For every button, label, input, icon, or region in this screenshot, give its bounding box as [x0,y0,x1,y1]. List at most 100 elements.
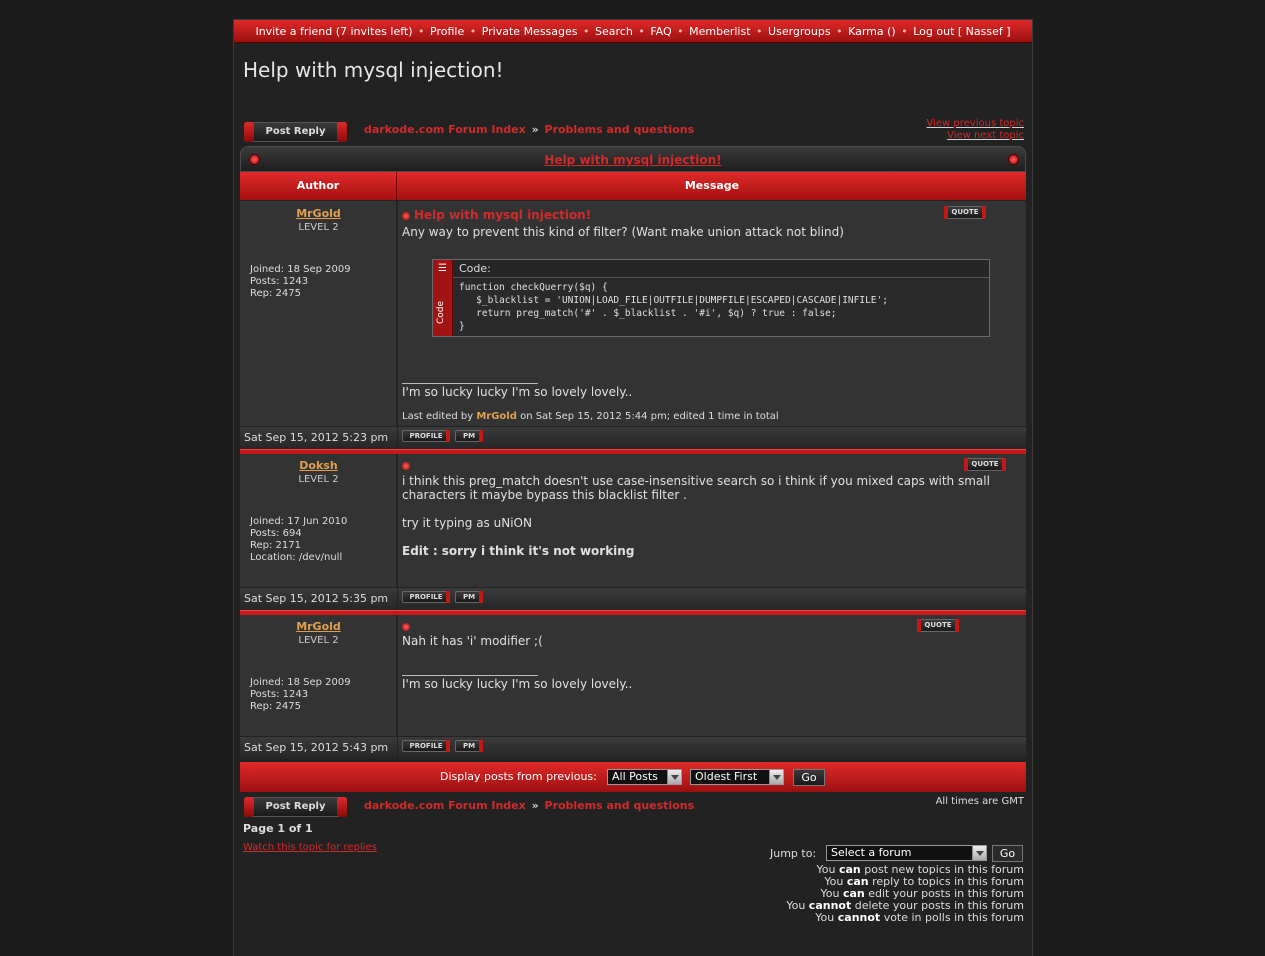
post-text: Any way to prevent this kind of filter? … [402,225,844,239]
nav-separator: • [418,25,425,38]
timezone-note: All times are GMT [935,796,1024,807]
message-column-header: Message [684,179,740,192]
profile-button[interactable]: PROFILE [402,740,450,752]
chevron-down-icon [769,770,783,784]
author-level: LEVEL 2 [298,222,339,233]
column-header: Author Message [240,172,1026,200]
header-dot-icon [249,154,260,165]
breadcrumb-forum-link[interactable]: Problems and questions [545,799,695,812]
nav-profile-link[interactable]: Profile [430,25,464,38]
author-info: Joined: 18 Sep 2009 Posts: 1243 Rep: 247… [250,677,351,713]
pm-button[interactable]: PM [455,591,483,603]
post-icon [402,462,410,470]
nav-pm-link[interactable]: Private Messages [482,25,578,38]
pm-button[interactable]: PM [455,740,483,752]
post-author-panel: Doksh LEVEL 2 Joined: 17 Jun 2010 Posts:… [240,454,397,587]
breadcrumb-arrow: » [531,799,539,812]
watch-topic-link[interactable]: Watch this topic for replies [243,842,377,853]
author-joined: Joined: 17 Jun 2010 [250,516,348,527]
view-next-topic-link[interactable]: View next topic [926,130,1024,142]
view-previous-topic-link[interactable]: View previous topic [926,118,1024,130]
nav-separator: • [638,25,645,38]
display-order-select[interactable]: Oldest First [690,769,784,785]
post-author-panel: MrGold LEVEL 2 Joined: 18 Sep 2009 Posts… [240,615,397,736]
topic-header-bar: Help with mysql injection! [240,146,1026,172]
post-signature: I'm so lucky lucky I'm so lovely lovely.… [402,677,633,691]
post-signature: I'm so lucky lucky I'm so lovely lovely.… [402,385,633,399]
author-username-link[interactable]: MrGold [240,207,397,220]
breadcrumb-forum-link[interactable]: Problems and questions [545,123,695,136]
profile-button[interactable]: PROFILE [402,591,450,603]
post-icon [402,623,410,631]
display-options-bar: Display posts from previous: All Posts O… [240,762,1026,792]
author-info: Joined: 18 Sep 2009 Posts: 1243 Rep: 247… [250,264,351,300]
author-username-link[interactable]: Doksh [240,459,397,472]
breadcrumb-arrow: » [531,123,539,136]
breadcrumb-index-link[interactable]: darkode.com Forum Index [364,799,526,812]
post-body: QUOTE i think this preg_match doesn't us… [398,454,1026,587]
nav-separator: • [677,25,684,38]
nav-search-link[interactable]: Search [595,25,633,38]
nav-faq-link[interactable]: FAQ [650,25,671,38]
jump-go-button[interactable]: Go [992,845,1023,862]
post-footer-actions: PROFILE PM [398,588,1026,610]
nav-usergroups-link[interactable]: Usergroups [768,25,831,38]
post-author-panel: MrGold LEVEL 2 Joined: 18 Sep 2009 Posts… [240,201,397,426]
breadcrumb: darkode.com Forum Index » Problems and q… [364,799,694,812]
nav-separator: • [583,25,590,38]
post-subject [402,620,414,633]
chevron-down-icon [972,846,986,860]
pm-button[interactable]: PM [455,430,483,442]
display-range-select[interactable]: All Posts [607,769,682,785]
post-text-edit: Edit : sorry i think it's not working [402,544,635,558]
permission-line: You cannot vote in polls in this forum [815,911,1024,924]
author-username-link[interactable]: MrGold [240,620,397,633]
post-footer-actions: PROFILE PM [398,427,1026,449]
quote-button[interactable]: QUOTE [964,458,1006,471]
nav-memberlist-link[interactable]: Memberlist [689,25,750,38]
nav-invite-link[interactable]: Invite a friend (7 invites left) [255,25,412,38]
code-list-icon: ☰ [438,263,447,274]
post-text: Nah it has 'i' modifier ;( [402,634,543,648]
code-content: function checkQuerry($q) { $_blacklist =… [459,282,888,332]
page-count: Page 1 of 1 [243,822,313,835]
code-header: Code: [453,260,989,278]
display-go-button[interactable]: Go [793,769,825,786]
edited-by-username[interactable]: MrGold [476,411,517,422]
post-reply-button[interactable]: Post Reply [244,122,347,142]
post-subject [402,459,414,472]
header-dot-icon [1008,154,1019,165]
breadcrumb-index-link[interactable]: darkode.com Forum Index [364,123,526,136]
author-location: Location: /dev/null [250,552,343,563]
nav-separator: • [901,25,908,38]
post-date: Sat Sep 15, 2012 5:43 pm [240,737,397,759]
quote-button[interactable]: QUOTE [917,619,959,632]
jump-to-label: Jump to: [770,847,817,860]
post-edited-note: Last edited by MrGold on Sat Sep 15, 201… [402,411,779,422]
author-column-header: Author [240,172,397,200]
signature-divider [402,383,538,384]
nav-logout-link[interactable]: Log out [ Nassef ] [913,25,1010,38]
forum-permissions: You can post new topics in this forum Yo… [786,864,1024,924]
page-container: Invite a friend (7 invites left) • Profi… [233,19,1033,956]
nav-separator: • [469,25,477,38]
post-reply-button[interactable]: Post Reply [244,797,347,817]
post-body: QUOTE Nah it has 'i' modifier ;( I'm so … [398,615,1026,736]
topic-header-link[interactable]: Help with mysql injection! [544,153,721,167]
author-info: Joined: 17 Jun 2010 Posts: 694 Rep: 2171… [250,516,347,564]
author-rep: Rep: 2171 [250,540,301,551]
author-joined: Joined: 18 Sep 2009 [250,677,351,688]
profile-button[interactable]: PROFILE [402,430,450,442]
code-side-label: Code [436,300,446,324]
nav-karma-link[interactable]: Karma () [848,25,896,38]
code-sidebar: ☰ Code [433,260,453,336]
breadcrumb: darkode.com Forum Index » Problems and q… [364,123,694,136]
top-navigation: Invite a friend (7 invites left) • Profi… [234,20,1032,43]
post-date: Sat Sep 15, 2012 5:35 pm [240,588,397,610]
nav-separator: • [756,25,763,38]
quote-button[interactable]: QUOTE [944,206,986,219]
jump-forum-select[interactable]: Select a forum [826,845,987,861]
page-title: Help with mysql injection! [243,58,504,82]
author-level: LEVEL 2 [298,474,339,485]
chevron-down-icon [667,770,681,784]
